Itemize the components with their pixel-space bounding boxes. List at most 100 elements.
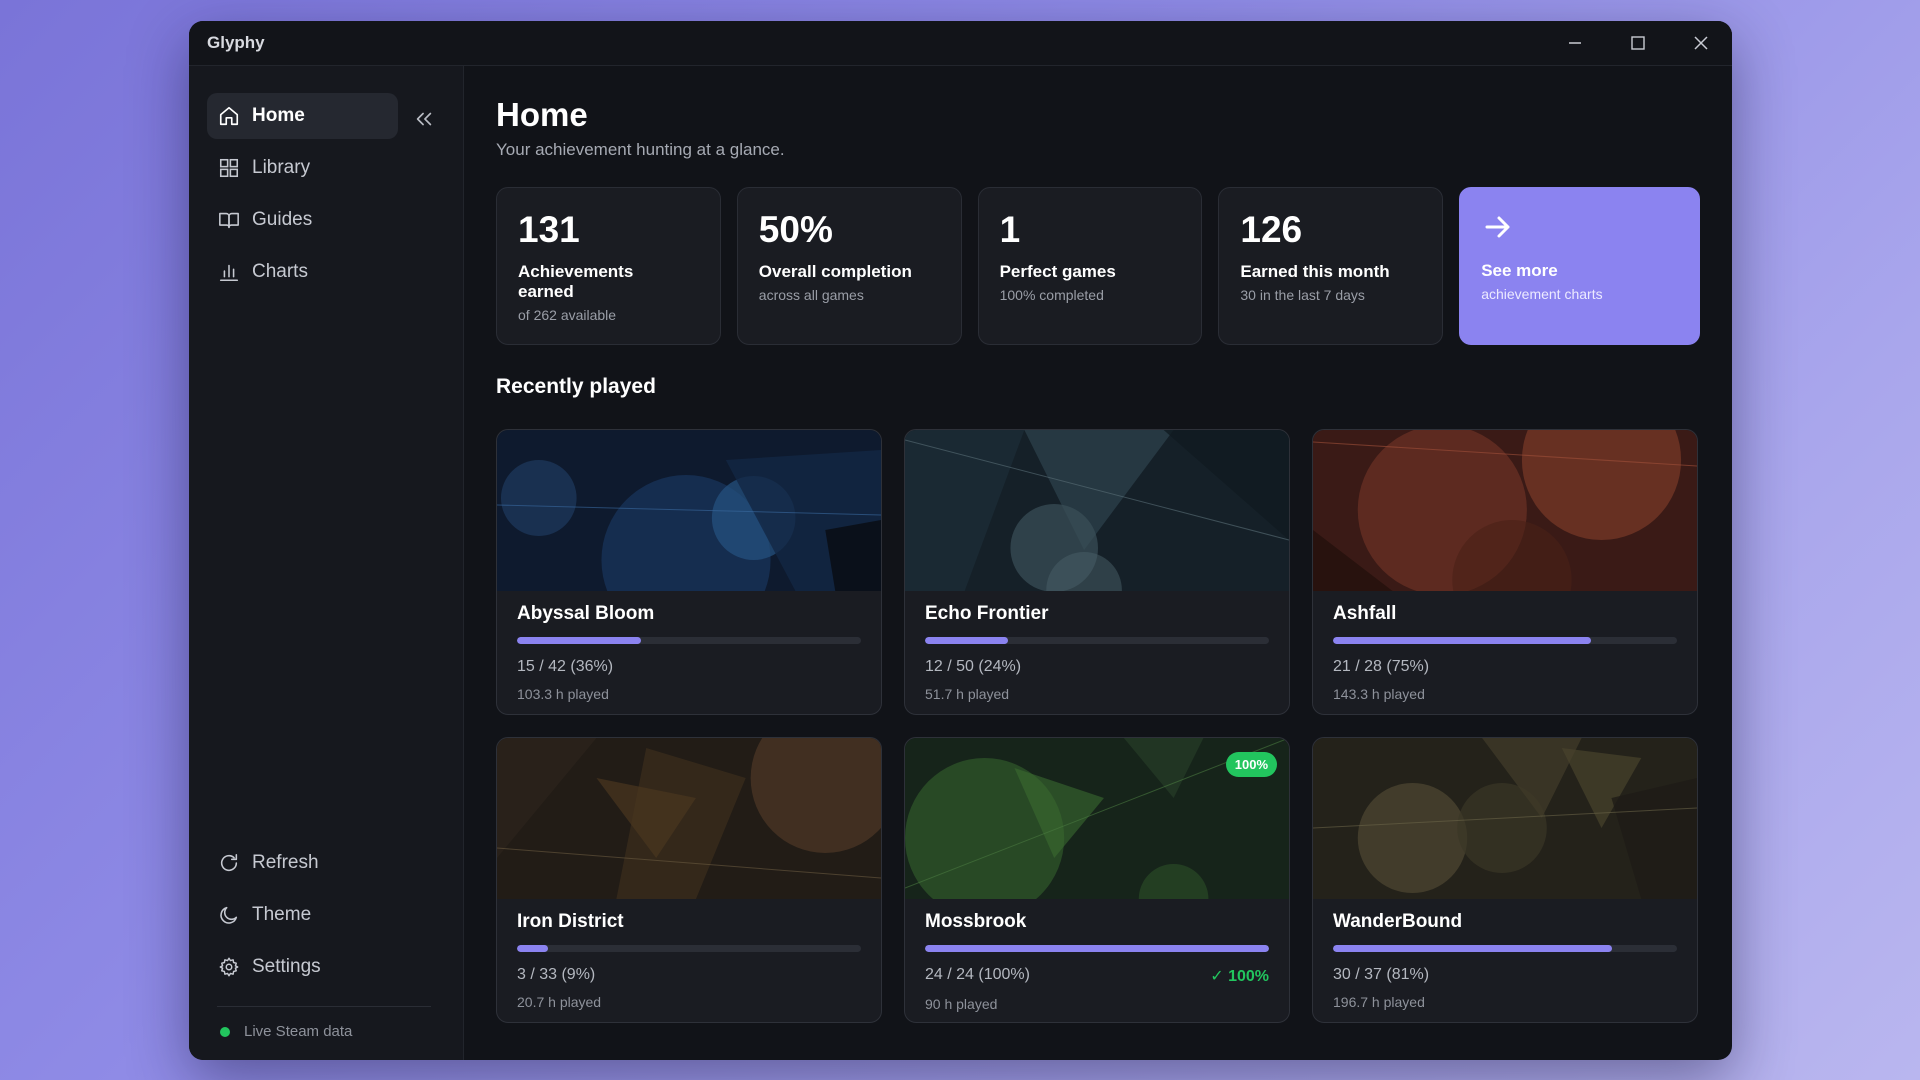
- moon-icon: [218, 904, 240, 926]
- sidebar-item-label: Refresh: [252, 852, 319, 873]
- sidebar-item-label: Theme: [252, 904, 312, 925]
- game-cover-image: [1313, 430, 1697, 591]
- progress-fill: [1333, 945, 1612, 952]
- stat-value: 131: [518, 209, 580, 250]
- maximize-button[interactable]: [1606, 21, 1669, 66]
- game-card-mossbrook[interactable]: 100% Mossbrook 24 / 24 (100%) ✓ 100% 90 …: [904, 737, 1290, 1023]
- stat-sub: across all games: [758, 287, 864, 303]
- stat-card-completion: 50% Overall completion across all games: [736, 187, 962, 345]
- game-cover-image: [497, 738, 881, 899]
- game-title: WanderBound: [1333, 911, 1463, 932]
- achievement-count: 21 / 28 (75%): [1333, 658, 1430, 675]
- sidebar-item-label: Charts: [252, 261, 308, 282]
- sidebar-item-label: Home: [252, 105, 305, 126]
- titlebar: Glyphy: [189, 21, 1732, 66]
- game-title: Ashfall: [1333, 603, 1397, 624]
- sidebar-item-label: Library: [252, 157, 311, 178]
- live-status: Live Steam data: [207, 1023, 445, 1040]
- close-icon: [1693, 36, 1708, 50]
- stat-label: Achievements earned: [518, 262, 634, 301]
- refresh-icon: [218, 852, 240, 874]
- close-button[interactable]: [1669, 21, 1732, 66]
- gear-icon: [218, 956, 240, 978]
- hours-played: 103.3 h played: [517, 686, 609, 702]
- game-card-abyssal-bloom[interactable]: Abyssal Bloom 15 / 42 (36%) 103.3 h play…: [496, 429, 882, 715]
- sidebar-item-theme[interactable]: Theme: [207, 892, 404, 938]
- sidebar-item-home[interactable]: Home: [207, 93, 399, 139]
- arrow-right-icon: [1481, 210, 1678, 249]
- sidebar-item-label: Guides: [252, 209, 313, 230]
- achievement-count: 15 / 42 (36%): [517, 658, 614, 675]
- game-card-iron-district[interactable]: Iron District 3 / 33 (9%) 20.7 h played: [496, 737, 882, 1023]
- stat-card-achievements: 131 Achievements earned of 262 available: [496, 187, 721, 345]
- see-more-button[interactable]: See more achievement charts: [1459, 187, 1700, 345]
- stat-label: Perfect games: [999, 262, 1116, 281]
- progress-fill: [517, 945, 548, 952]
- game-cover-image: [1313, 738, 1697, 899]
- game-title: Abyssal Bloom: [517, 603, 655, 624]
- bar-chart-icon: [218, 261, 240, 283]
- progress-bar: [1333, 945, 1677, 952]
- sidebar-divider: [217, 1006, 431, 1007]
- grid-icon: [218, 157, 240, 179]
- section-title: Recently played: [496, 375, 656, 398]
- game-cover-image: 100%: [905, 738, 1289, 899]
- progress-bar: [925, 945, 1269, 952]
- app-title: Glyphy: [207, 33, 265, 52]
- stat-label: Earned this month: [1240, 262, 1390, 281]
- completed-label: ✓ 100%: [1210, 968, 1269, 985]
- hours-played: 143.3 h played: [1333, 686, 1425, 702]
- sidebar-item-charts[interactable]: Charts: [207, 249, 404, 295]
- progress-bar: [925, 637, 1269, 644]
- minimize-button[interactable]: [1543, 21, 1606, 66]
- progress-bar: [517, 945, 861, 952]
- sidebar-item-library[interactable]: Library: [207, 145, 404, 191]
- achievement-count: 30 / 37 (81%): [1333, 966, 1430, 983]
- game-title: Mossbrook: [925, 911, 1027, 932]
- stat-sub: of 262 available: [518, 307, 617, 323]
- sidebar: Home Library Guides Charts Refresh Theme…: [189, 66, 464, 1060]
- stat-card-this-month: 126 Earned this month 30 in the last 7 d…: [1218, 187, 1444, 345]
- live-status-label: Live Steam data: [244, 1023, 353, 1040]
- completion-badge: 100%: [1225, 752, 1277, 777]
- book-icon: [218, 209, 240, 231]
- main-content: Home Your achievement hunting at a glanc…: [464, 66, 1732, 1060]
- stat-value: 1: [999, 209, 1021, 250]
- game-title: Echo Frontier: [925, 603, 1049, 624]
- app-window: Glyphy Home Library Guides Charts Refres…: [189, 21, 1732, 1060]
- stat-label: Overall completion: [758, 262, 912, 281]
- stat-sub: 100% completed: [999, 287, 1104, 303]
- game-cover-image: [497, 430, 881, 591]
- chevrons-left-icon: [416, 112, 431, 126]
- recently-played-grid: Abyssal Bloom 15 / 42 (36%) 103.3 h play…: [496, 429, 1700, 1023]
- game-card-echo-frontier[interactable]: Echo Frontier 12 / 50 (24%) 51.7 h playe…: [904, 429, 1290, 715]
- progress-fill: [925, 637, 1008, 644]
- sidebar-item-settings[interactable]: Settings: [207, 944, 404, 990]
- sidebar-item-label: Settings: [252, 956, 321, 977]
- maximize-icon: [1630, 36, 1645, 50]
- hours-played: 90 h played: [925, 996, 998, 1012]
- minimize-icon: [1568, 42, 1581, 44]
- page-title: Home: [496, 96, 588, 133]
- home-icon: [218, 105, 240, 127]
- collapse-sidebar-button[interactable]: [402, 96, 445, 142]
- page-subtitle: Your achievement hunting at a glance.: [496, 140, 785, 159]
- progress-fill: [517, 637, 641, 644]
- stat-sub: 30 in the last 7 days: [1240, 287, 1365, 303]
- progress-bar: [1333, 637, 1677, 644]
- stats-row: 131 Achievements earned of 262 available…: [496, 187, 1700, 345]
- achievement-count: 3 / 33 (9%): [517, 966, 596, 983]
- progress-bar: [517, 637, 861, 644]
- sidebar-item-guides[interactable]: Guides: [207, 197, 404, 243]
- sidebar-item-refresh[interactable]: Refresh: [207, 840, 404, 886]
- hours-played: 196.7 h played: [1333, 994, 1425, 1010]
- hours-played: 20.7 h played: [517, 994, 602, 1010]
- achievement-count: 24 / 24 (100%): [925, 966, 1030, 983]
- game-card-ashfall[interactable]: Ashfall 21 / 28 (75%) 143.3 h played: [1312, 429, 1698, 715]
- game-title: Iron District: [517, 911, 624, 932]
- game-card-wanderbound[interactable]: WanderBound 30 / 37 (81%) 196.7 h played: [1312, 737, 1698, 1023]
- stat-card-perfect-games: 1 Perfect games 100% completed: [977, 187, 1203, 345]
- see-more-sub: achievement charts: [1481, 286, 1603, 302]
- see-more-label: See more: [1481, 261, 1558, 280]
- stat-value: 126: [1240, 209, 1303, 250]
